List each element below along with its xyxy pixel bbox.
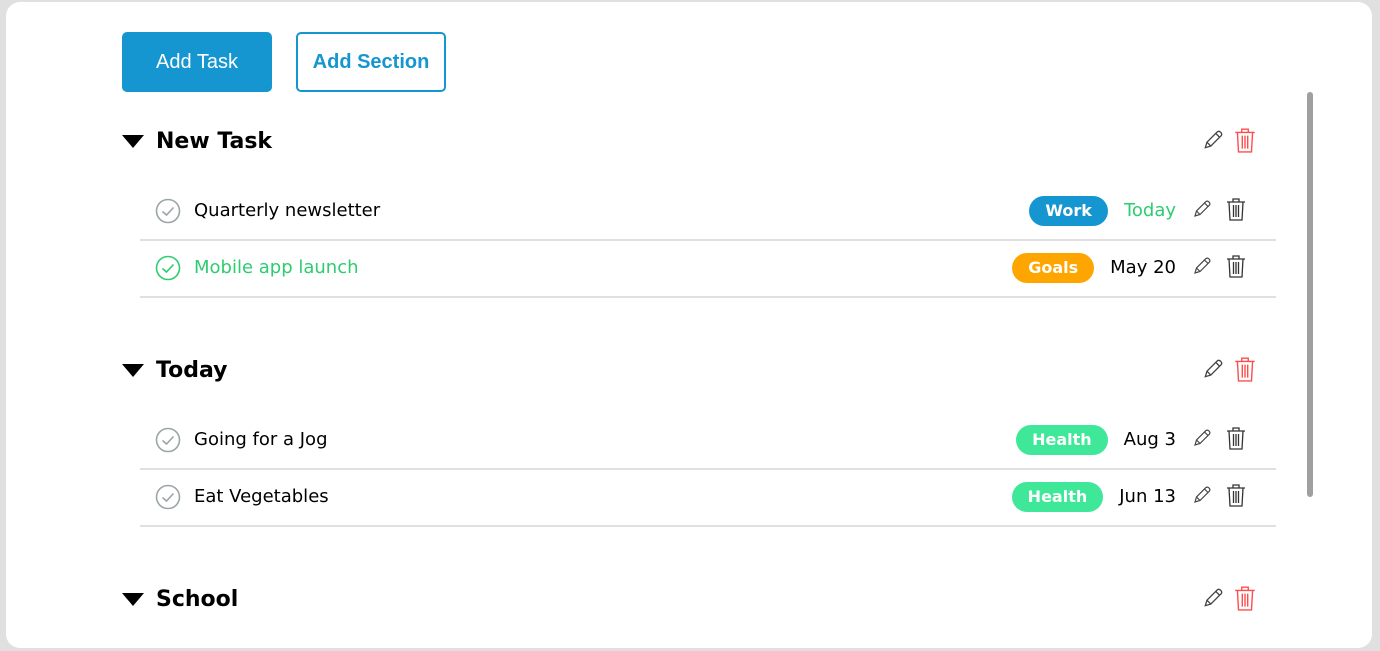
edit-section-pencil-icon[interactable] (1202, 129, 1224, 155)
tag-badge: Health (1011, 481, 1104, 512)
due-date: Aug 3 (1123, 429, 1176, 450)
task-board (6, 2, 1372, 648)
due-date: Today (1123, 200, 1176, 221)
section-title: School (156, 586, 239, 612)
task-name: Mobile app launch (194, 257, 359, 278)
task-row: Eat Vegetables Health Jun 13 (140, 468, 1276, 527)
scrollbar[interactable] (1307, 92, 1313, 497)
due-date: May 20 (1110, 257, 1176, 278)
collapse-triangle-icon[interactable] (122, 592, 144, 606)
complete-check-icon[interactable] (140, 198, 181, 224)
task-row: Mobile app launch Goals May 20 (140, 239, 1276, 298)
edit-task-pencil-icon[interactable] (1192, 485, 1212, 509)
complete-check-icon[interactable] (140, 484, 181, 510)
section-header[interactable]: Today (122, 356, 227, 384)
complete-check-icon[interactable] (140, 427, 181, 453)
delete-task-trash-icon[interactable] (1226, 483, 1246, 511)
delete-section-trash-icon[interactable] (1234, 585, 1256, 615)
due-date: Jun 13 (1119, 486, 1176, 507)
delete-task-trash-icon[interactable] (1226, 254, 1246, 282)
task-name: Eat Vegetables (194, 486, 329, 507)
section-header[interactable]: New Task (122, 127, 272, 155)
delete-section-trash-icon[interactable] (1234, 127, 1256, 157)
collapse-triangle-icon[interactable] (122, 134, 144, 148)
delete-task-trash-icon[interactable] (1226, 197, 1246, 225)
tag-badge: Health (1016, 424, 1108, 455)
delete-task-trash-icon[interactable] (1226, 426, 1246, 454)
edit-section-pencil-icon[interactable] (1202, 358, 1224, 384)
section-title: New Task (156, 128, 273, 154)
edit-section-pencil-icon[interactable] (1202, 587, 1224, 613)
edit-task-pencil-icon[interactable] (1192, 256, 1212, 280)
add-task-button[interactable]: Add Task (122, 32, 272, 92)
task-row: Going for a Jog Health Aug 3 (140, 411, 1276, 470)
edit-task-pencil-icon[interactable] (1192, 199, 1212, 223)
section-title: Today (156, 357, 228, 383)
task-row: Quarterly newsletter Work Today (140, 182, 1276, 241)
edit-task-pencil-icon[interactable] (1192, 428, 1212, 452)
tag-badge: Work (1029, 195, 1108, 226)
task-name: Quarterly newsletter (194, 200, 381, 221)
task-name: Going for a Jog (194, 429, 328, 450)
completed-check-icon[interactable] (140, 255, 181, 281)
tag-badge: Goals (1012, 252, 1095, 283)
collapse-triangle-icon[interactable] (122, 363, 144, 377)
delete-section-trash-icon[interactable] (1234, 356, 1256, 386)
section-header[interactable]: School (122, 585, 238, 613)
add-section-button[interactable]: Add Section (296, 32, 446, 92)
